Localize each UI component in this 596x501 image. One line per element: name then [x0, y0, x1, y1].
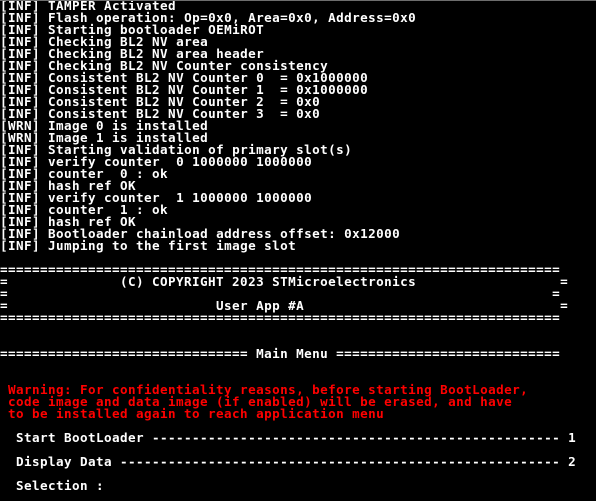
selection-prompt[interactable]: Selection :	[0, 479, 112, 492]
serial-terminal-window[interactable]: [INF] TAMPER Activated [INF] Flash opera…	[0, 0, 596, 501]
log-line: [INF] Jumping to the first image slot	[0, 238, 297, 253]
menu-item-start-bootloader[interactable]: Start BootLoader -----------------------…	[0, 431, 576, 444]
warning-line: to be installed again to reach applicati…	[0, 406, 385, 421]
menu-item-display-data[interactable]: Display Data ---------------------------…	[0, 455, 576, 468]
main-menu-header: =============================== Main Men…	[0, 346, 561, 361]
log-text: Jumping to the first image slot	[48, 238, 297, 253]
log-tag: [INF]	[0, 238, 41, 253]
banner-bottom-border: ========================================…	[0, 310, 561, 325]
